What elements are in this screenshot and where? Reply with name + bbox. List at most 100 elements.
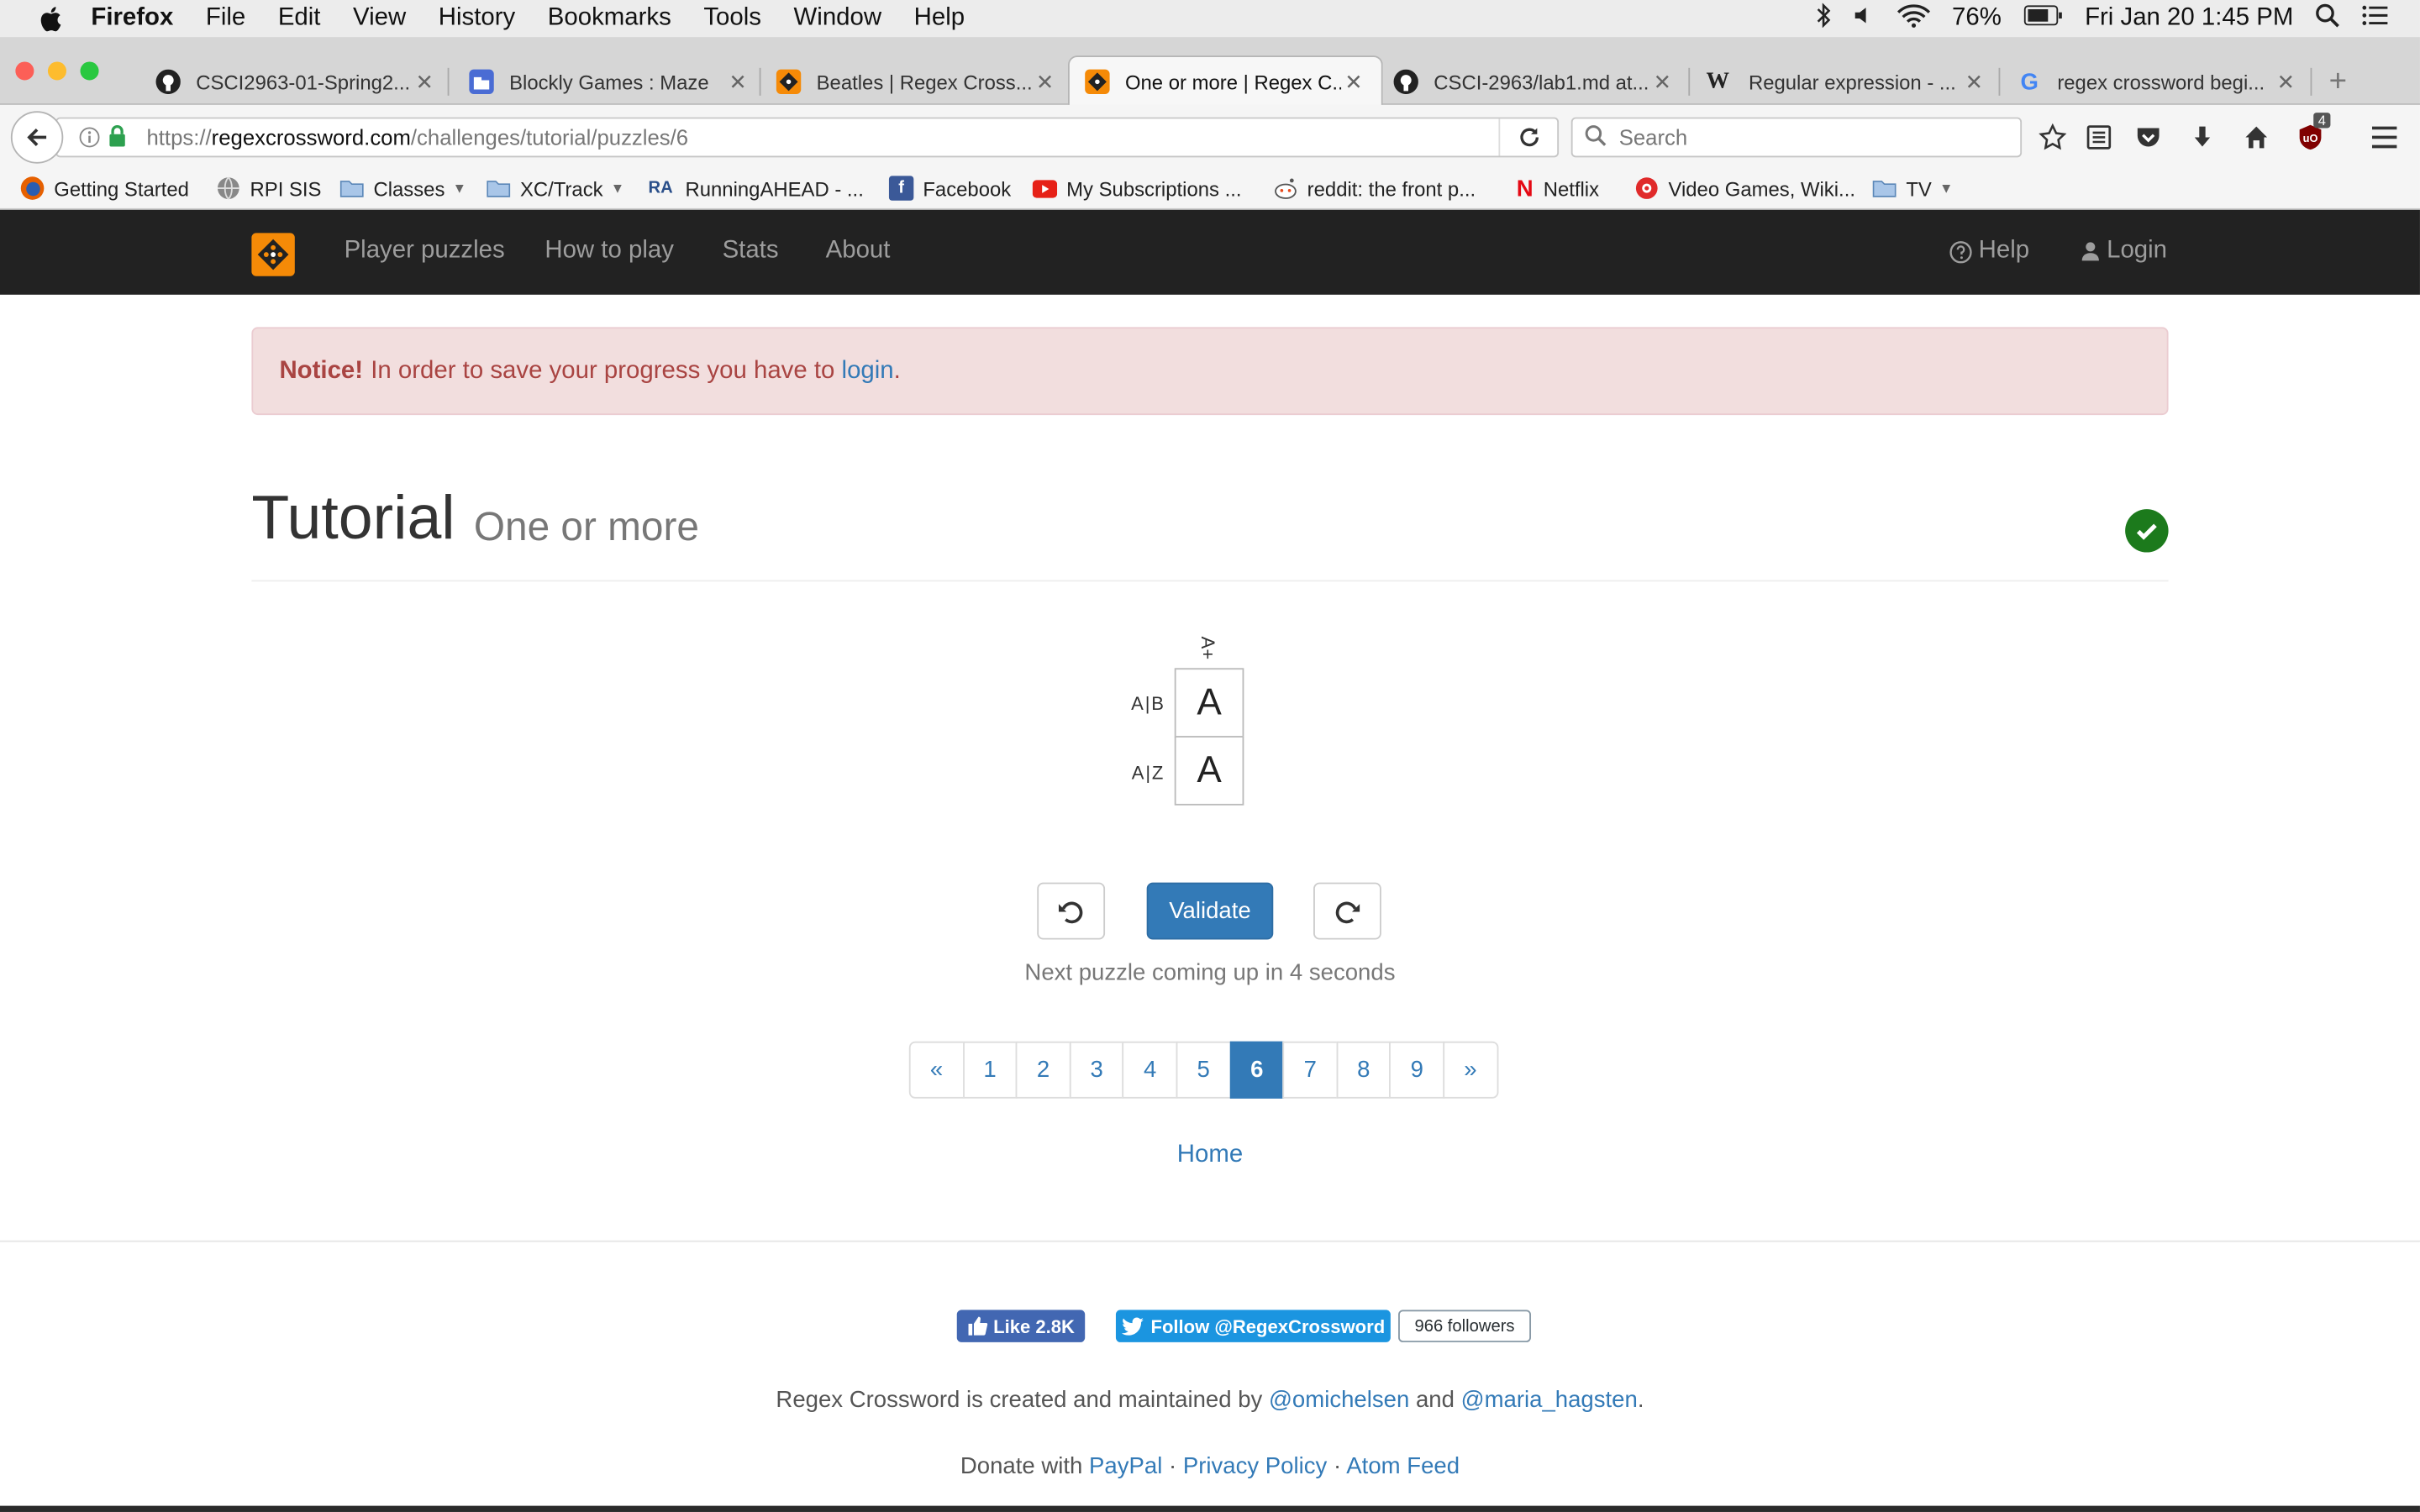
bookmark-getting-started[interactable]: Getting Started bbox=[20, 176, 189, 200]
close-tab-icon[interactable]: ✕ bbox=[1965, 69, 1984, 95]
grid-cell-2[interactable]: A bbox=[1174, 736, 1244, 806]
pocket-icon[interactable] bbox=[2131, 120, 2165, 154]
bookmark-star-icon[interactable] bbox=[2036, 120, 2070, 154]
download-icon[interactable] bbox=[2186, 120, 2219, 154]
home-icon[interactable] bbox=[2239, 120, 2273, 154]
nav-how-to-play[interactable]: How to play bbox=[544, 238, 674, 265]
regexcrossword-logo[interactable] bbox=[251, 233, 295, 276]
paypal-link[interactable]: PayPal bbox=[1089, 1453, 1162, 1479]
home-link-label[interactable]: Home bbox=[1177, 1142, 1243, 1168]
ublock-icon[interactable]: uO 4 bbox=[2293, 113, 2331, 154]
pagination-page-8[interactable]: 8 bbox=[1336, 1041, 1392, 1099]
bookmark-folder-xc-track[interactable]: XC/Track ▼ bbox=[487, 176, 624, 200]
url-text[interactable]: https://regexcrossword.com/challenges/tu… bbox=[146, 125, 688, 150]
menu-bookmarks[interactable]: Bookmarks bbox=[548, 5, 671, 33]
undo-button[interactable] bbox=[1037, 882, 1106, 940]
tab-google-search[interactable]: G regex crossword begi... ✕ bbox=[2018, 59, 2296, 105]
bookmark-youtube-subscriptions[interactable]: My Subscriptions ... bbox=[1032, 176, 1242, 200]
nav-about[interactable]: About bbox=[826, 238, 891, 265]
menu-file[interactable]: File bbox=[206, 5, 245, 33]
home-link[interactable]: Home bbox=[0, 1142, 2420, 1169]
bookmark-netflix[interactable]: N Netflix bbox=[1516, 175, 1599, 201]
tab-lab1-github[interactable]: CSCI-2963/lab1.md at... ✕ bbox=[1393, 59, 1672, 105]
search-input[interactable]: Search bbox=[1570, 117, 2023, 158]
menu-tools[interactable]: Tools bbox=[703, 5, 761, 33]
menu-view[interactable]: View bbox=[353, 5, 406, 33]
notice-login-link[interactable]: login bbox=[842, 357, 894, 385]
pagination-page-5[interactable]: 5 bbox=[1176, 1041, 1231, 1099]
github-icon bbox=[155, 69, 181, 95]
pagination-page-4[interactable]: 4 bbox=[1122, 1041, 1178, 1099]
close-tab-icon[interactable]: ✕ bbox=[2277, 69, 2296, 95]
validate-button[interactable]: Validate bbox=[1146, 882, 1274, 940]
tab-csci2963-github[interactable]: CSCI2963-01-Spring2... ✕ bbox=[155, 59, 434, 105]
battery-icon[interactable] bbox=[2023, 4, 2064, 34]
menu-window[interactable]: Window bbox=[794, 5, 882, 33]
close-tab-icon[interactable]: ✕ bbox=[416, 69, 434, 95]
nav-player-puzzles[interactable]: Player puzzles bbox=[345, 238, 505, 265]
maximize-window-button[interactable] bbox=[80, 61, 99, 81]
github-icon bbox=[1393, 69, 1418, 95]
close-tab-icon[interactable]: ✕ bbox=[729, 69, 747, 95]
nav-stats[interactable]: Stats bbox=[723, 238, 779, 265]
tab-regular-expression-wiki[interactable]: W Regular expression - ... ✕ bbox=[1706, 59, 1984, 105]
apple-icon[interactable] bbox=[37, 5, 61, 33]
twitter-follower-count[interactable]: 966 followers bbox=[1398, 1310, 1532, 1342]
privacy-policy-link[interactable]: Privacy Policy bbox=[1183, 1453, 1327, 1479]
bookmark-reddit[interactable]: reddit: the front p... bbox=[1273, 176, 1476, 200]
volume-icon[interactable] bbox=[1854, 4, 1876, 34]
pagination-page-7[interactable]: 7 bbox=[1282, 1041, 1338, 1099]
close-tab-icon[interactable]: ✕ bbox=[1344, 69, 1363, 95]
user-icon bbox=[2081, 242, 2099, 261]
menu-edit[interactable]: Edit bbox=[278, 5, 321, 33]
pagination-prev[interactable]: « bbox=[908, 1041, 965, 1099]
bookmark-video-games[interactable]: Video Games, Wiki... bbox=[1634, 176, 1855, 200]
info-icon[interactable] bbox=[79, 127, 101, 153]
redo-button[interactable] bbox=[1313, 882, 1381, 940]
notification-center-icon[interactable] bbox=[2361, 4, 2389, 34]
author-maria-hagsten-link[interactable]: @maria_hagsten bbox=[1461, 1387, 1638, 1413]
close-tab-icon[interactable]: ✕ bbox=[1036, 69, 1055, 95]
nav-login[interactable]: Login bbox=[2081, 238, 2167, 265]
reading-list-icon[interactable] bbox=[2082, 120, 2116, 154]
bluetooth-icon[interactable] bbox=[1816, 2, 1831, 35]
grid-cell-1[interactable]: A bbox=[1174, 668, 1244, 738]
bookmark-facebook[interactable]: f Facebook bbox=[888, 176, 1011, 201]
clock[interactable]: Fri Jan 20 1:45 PM bbox=[2085, 5, 2293, 33]
window-controls bbox=[15, 61, 99, 81]
pagination-page-6-current[interactable]: 6 bbox=[1229, 1041, 1285, 1099]
back-button[interactable] bbox=[10, 111, 64, 164]
bookmark-folder-classes[interactable]: Classes ▼ bbox=[339, 176, 466, 200]
tab-beatles-regex[interactable]: Beatles | Regex Cross... ✕ bbox=[776, 59, 1055, 105]
pagination-next[interactable]: » bbox=[1443, 1041, 1498, 1099]
spotlight-icon[interactable] bbox=[2315, 3, 2339, 35]
url-bar[interactable]: https://regexcrossword.com/challenges/tu… bbox=[55, 117, 1560, 158]
pagination-page-1[interactable]: 1 bbox=[962, 1041, 1018, 1099]
menu-help[interactable]: Help bbox=[914, 5, 965, 33]
author-omichelsen-link[interactable]: @omichelsen bbox=[1269, 1387, 1409, 1413]
nav-help[interactable]: Help bbox=[1949, 238, 2029, 265]
close-tab-icon[interactable]: ✕ bbox=[1654, 69, 1672, 95]
minimize-window-button[interactable] bbox=[47, 61, 66, 81]
url-prefix: https:// bbox=[146, 124, 212, 150]
bookmark-rpi-sis[interactable]: RPI SIS bbox=[216, 176, 321, 200]
pagination-page-3[interactable]: 3 bbox=[1069, 1041, 1124, 1099]
tab-blockly-maze[interactable]: Blockly Games : Maze ✕ bbox=[469, 59, 747, 105]
tab-one-or-more-active[interactable]: One or more | Regex C... ✕ bbox=[1067, 55, 1383, 107]
regexcrossword-icon bbox=[776, 69, 802, 95]
menu-history[interactable]: History bbox=[439, 5, 515, 33]
wifi-icon[interactable] bbox=[1897, 3, 1930, 35]
bookmark-folder-tv[interactable]: TV ▼ bbox=[1872, 176, 1953, 200]
secure-lock-icon[interactable] bbox=[108, 125, 127, 153]
facebook-like-button[interactable]: Like 2.8K bbox=[956, 1310, 1086, 1342]
reload-icon[interactable] bbox=[1498, 118, 1557, 156]
menu-app-name[interactable]: Firefox bbox=[91, 5, 173, 33]
atom-feed-link[interactable]: Atom Feed bbox=[1346, 1453, 1460, 1479]
pagination-page-9[interactable]: 9 bbox=[1389, 1041, 1445, 1099]
twitter-follow-button[interactable]: Follow @RegexCrossword bbox=[1115, 1310, 1391, 1342]
new-tab-icon[interactable]: + bbox=[2329, 65, 2347, 100]
bookmark-runningahead[interactable]: RA RunningAHEAD - ... bbox=[645, 176, 864, 200]
close-window-button[interactable] bbox=[15, 61, 34, 81]
pagination-page-2[interactable]: 2 bbox=[1015, 1041, 1071, 1099]
hamburger-menu-icon[interactable] bbox=[2367, 120, 2401, 154]
